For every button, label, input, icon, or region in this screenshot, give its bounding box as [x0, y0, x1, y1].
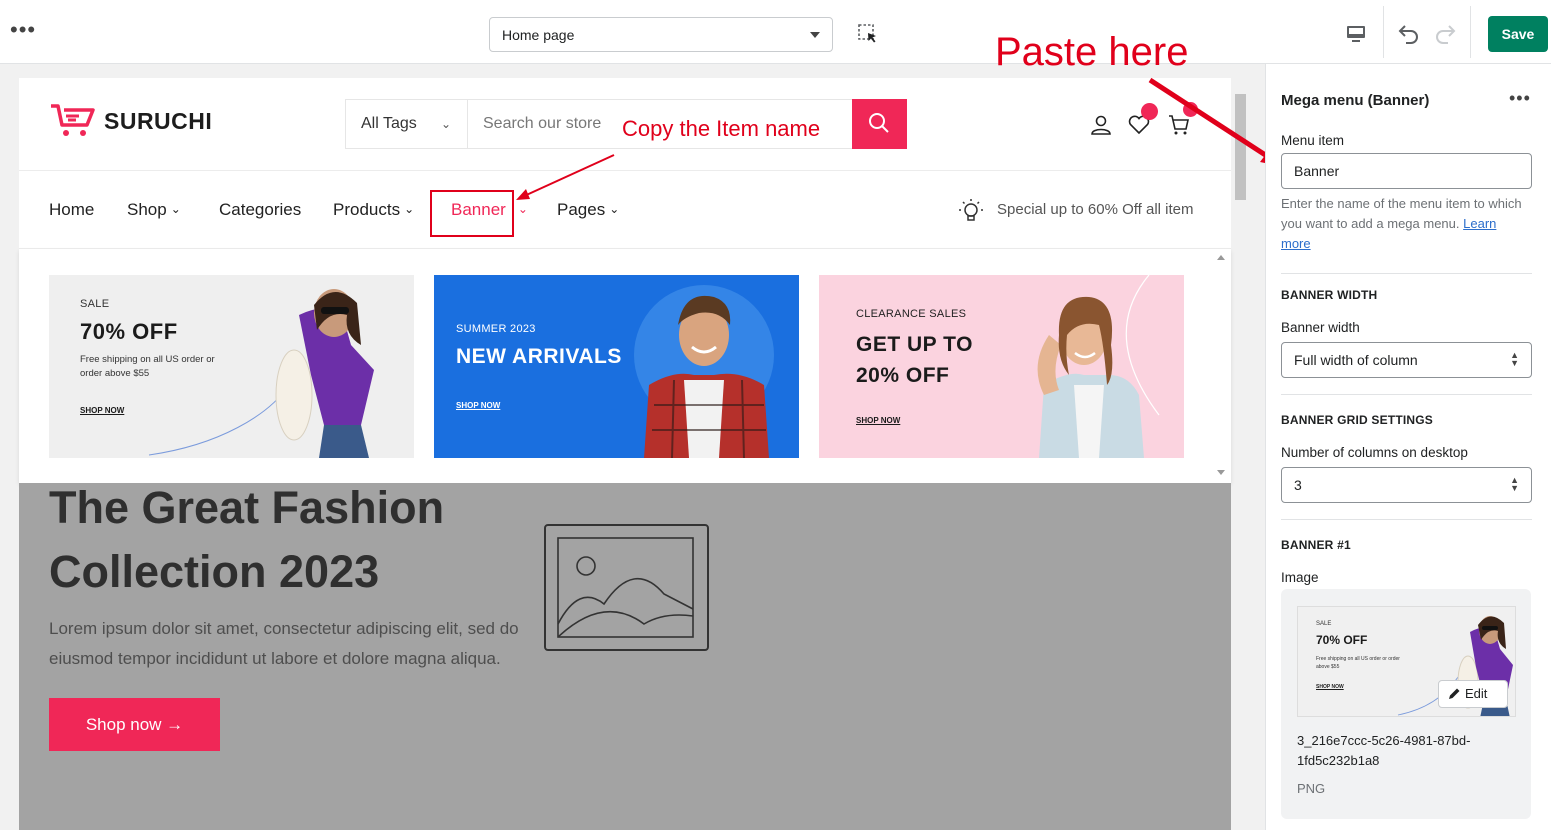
page-select-value: Home page: [502, 27, 575, 43]
save-button[interactable]: Save: [1488, 16, 1548, 52]
columns-label: Number of columns on desktop: [1281, 445, 1468, 460]
section-divider: [1281, 394, 1532, 395]
banner-width-heading: BANNER WIDTH: [1281, 288, 1378, 302]
annotation-highlight-nav-banner: [430, 190, 514, 237]
annotation-copy-text: Copy the Item name: [622, 116, 821, 141]
mega-banner-clearance[interactable]: CLEARANCE SALES GET UP TO 20% OFF SHOP N…: [819, 275, 1184, 458]
header-divider: [19, 170, 1231, 171]
sidebar-title: Mega menu (Banner): [1281, 92, 1430, 109]
page-select[interactable]: Home page: [489, 17, 833, 52]
hero-shop-now-button[interactable]: Shop now →: [49, 698, 220, 751]
hero-title: The Great Fashion Collection 2023: [49, 482, 445, 597]
banner-shop-now-link[interactable]: SHOP NOW: [80, 406, 124, 415]
nav-label: Shop: [127, 200, 167, 219]
desktop-preview-icon[interactable]: [1343, 22, 1369, 46]
banner-headline: GET UP TO 20% OFF: [856, 333, 973, 387]
menu-item-label: Menu item: [1281, 133, 1345, 148]
grid-settings-heading: BANNER GRID SETTINGS: [1281, 413, 1434, 427]
more-actions-button[interactable]: •••: [1509, 88, 1531, 109]
inspector-select-icon[interactable]: [856, 22, 880, 46]
banner-eyebrow: CLEARANCE SALES: [856, 308, 967, 320]
chevron-down-icon: ⌄: [170, 202, 181, 216]
account-icon[interactable]: [1089, 113, 1113, 137]
more-actions-button[interactable]: •••: [10, 19, 36, 41]
model-photo-woman-sunglasses: [148, 289, 374, 458]
toolbar-divider: [1470, 6, 1471, 58]
banner-eyebrow: SALE: [80, 298, 110, 310]
nav-label: Categories: [219, 200, 302, 219]
search-icon: [869, 113, 889, 133]
nav-label: Products: [333, 200, 401, 219]
undo-icon[interactable]: [1397, 21, 1421, 45]
model-photo-man-plaid-shirt: [634, 285, 774, 458]
image-placeholder-icon: [544, 524, 709, 651]
nav-label: Home: [49, 200, 95, 219]
nav-categories[interactable]: Categories: [219, 200, 301, 220]
banner-width-label: Banner width: [1281, 320, 1360, 335]
thumb-headline: 70% OFF: [1316, 633, 1368, 647]
toolbar-divider: [1383, 6, 1384, 58]
nav-shop[interactable]: Shop ⌄: [127, 200, 181, 220]
tags-select-value: All Tags: [361, 115, 417, 132]
promo-text: Special up to 60% Off all item: [997, 201, 1194, 218]
store-logo[interactable]: SURUCHI: [104, 108, 212, 135]
preview-scrollbar[interactable]: [1233, 78, 1248, 830]
select-arrows-icon: ▲ ▼: [1510, 475, 1519, 493]
banner-eyebrow: SUMMER 2023: [456, 323, 536, 335]
columns-value: 3: [1294, 477, 1302, 493]
edit-label: Edit: [1465, 686, 1488, 701]
columns-select[interactable]: 3 ▲ ▼: [1281, 467, 1532, 503]
sidebar-scrollbar[interactable]: [1538, 64, 1551, 830]
model-photo-woman-denim-jacket: [1037, 275, 1160, 458]
chevron-down-icon: ⌄: [404, 202, 415, 216]
tags-select[interactable]: All Tags ⌄: [346, 100, 468, 148]
banner-shop-now-link[interactable]: SHOP NOW: [456, 401, 500, 410]
section-divider: [1281, 519, 1532, 520]
search-button[interactable]: [852, 99, 907, 149]
chevron-down-icon: ⌄: [440, 117, 451, 131]
image-file-type: PNG: [1297, 781, 1326, 796]
banner-width-select[interactable]: Full width of column ▲ ▼: [1281, 342, 1532, 378]
image-edit-button[interactable]: Edit: [1438, 680, 1508, 708]
thumb-cta: SHOP NOW: [1316, 684, 1344, 690]
menu-item-help: Enter the name of the menu item to which…: [1281, 194, 1529, 254]
cart-logo-icon[interactable]: [49, 103, 97, 139]
image-label: Image: [1281, 570, 1319, 585]
section-divider: [1281, 273, 1532, 274]
search-input[interactable]: Search our store: [483, 115, 601, 133]
image-file-name: 3_216e7ccc-5c26-4981-87bd-1fd5c232b1a8: [1297, 733, 1471, 768]
redo-icon[interactable]: [1433, 21, 1457, 45]
select-arrows-icon: ▲ ▼: [1510, 350, 1519, 368]
banner-width-value: Full width of column: [1294, 352, 1418, 368]
hero-text: Lorem ipsum dolor sit amet, consectetur …: [49, 619, 519, 668]
lightbulb-icon: [959, 199, 983, 221]
banner-shop-now-link[interactable]: SHOP NOW: [856, 416, 900, 425]
caret-down-icon: [810, 32, 820, 38]
annotation-arrow-left: [516, 154, 615, 200]
annotation-paste-text: Paste here: [995, 30, 1189, 74]
mega-banner-new-arrivals[interactable]: SUMMER 2023 NEW ARRIVALS SHOP NOW: [434, 275, 799, 458]
nav-products[interactable]: Products ⌄: [333, 200, 414, 220]
banner1-heading: BANNER #1: [1281, 538, 1351, 552]
thumb-eyebrow: SALE: [1316, 621, 1332, 627]
mega-banner-sale[interactable]: SALE 70% OFF Free shipping on all US ord…: [49, 275, 414, 458]
menu-item-input[interactable]: Banner: [1281, 153, 1532, 189]
pencil-icon: [1449, 688, 1460, 699]
banner-headline: NEW ARRIVALS: [456, 345, 622, 368]
nav-home[interactable]: Home: [49, 200, 94, 220]
mega-menu-scrollbar[interactable]: [1212, 249, 1231, 483]
menu-item-value: Banner: [1294, 163, 1340, 179]
